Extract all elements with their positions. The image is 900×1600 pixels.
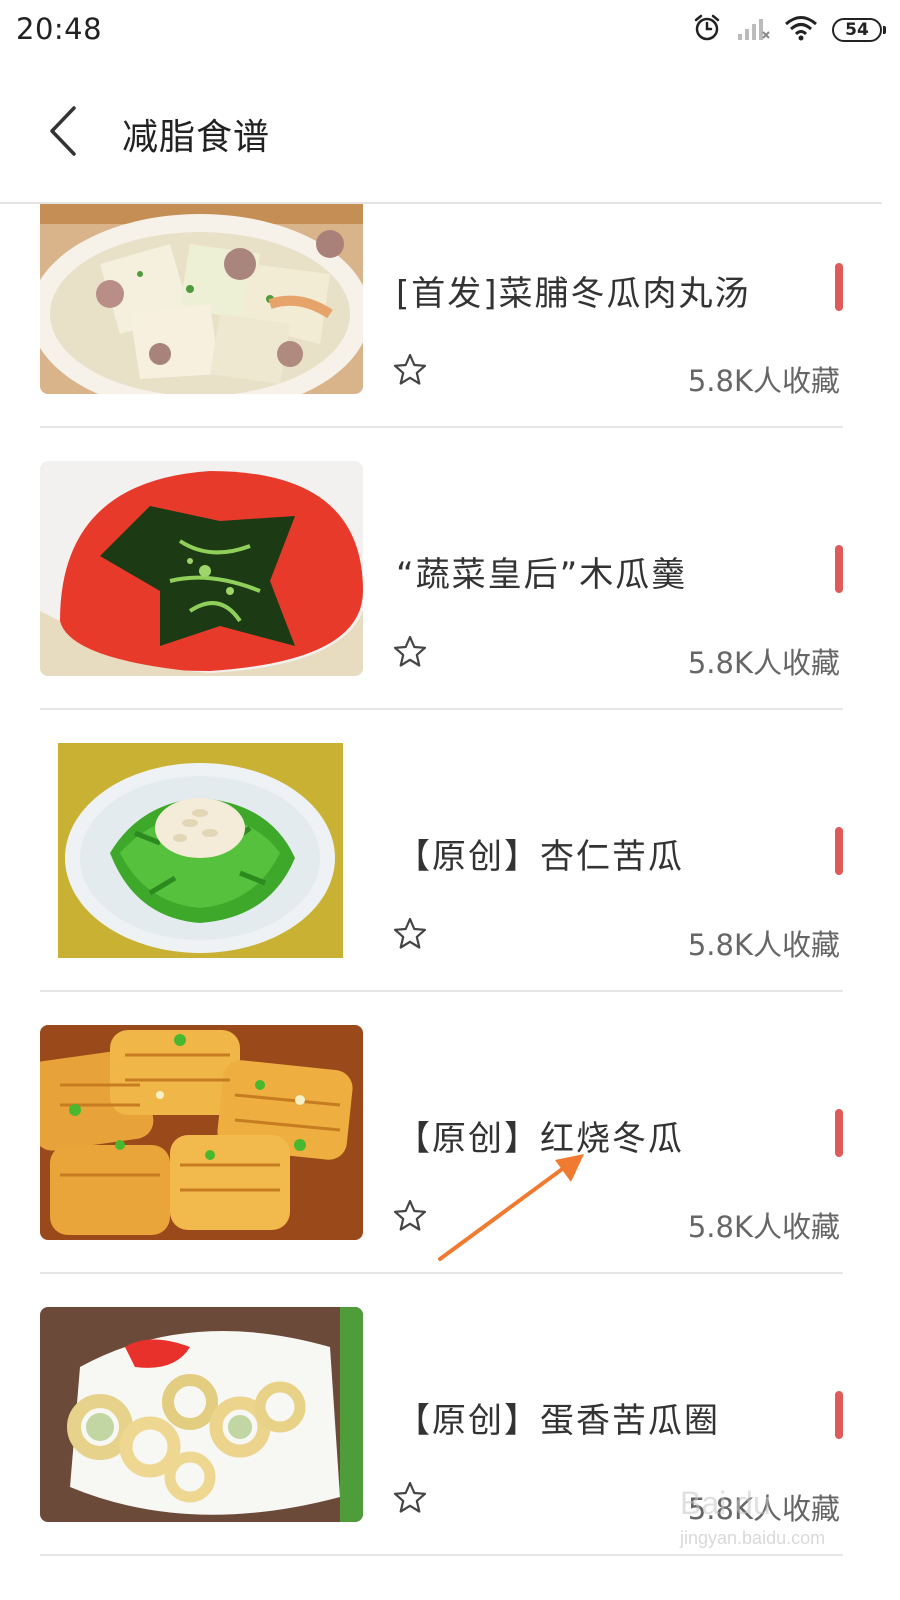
recipe-item[interactable]: “蔬菜皇后”木瓜羹 5.8K人收藏 (40, 428, 843, 710)
accent-bar (835, 545, 843, 593)
app-header: 减脂食谱 (0, 60, 882, 204)
alarm-icon (692, 13, 722, 47)
star-icon[interactable] (392, 1480, 428, 1516)
recipe-title: 【原创】杏仁苦瓜 (396, 837, 684, 877)
accent-bar (835, 1391, 843, 1439)
favorite-count: 5.8K人收藏 (687, 364, 840, 398)
recipe-image (40, 204, 363, 394)
chevron-left-icon (50, 106, 76, 156)
recipe-title: 【原创】蛋香苦瓜圈 (396, 1401, 720, 1441)
favorite-count: 5.8K人收藏 (687, 1492, 840, 1526)
favorite-count: 5.8K人收藏 (687, 928, 840, 962)
signal-icon (736, 14, 770, 46)
accent-bar (835, 827, 843, 875)
back-button[interactable] (40, 100, 90, 162)
recipe-image (40, 1307, 363, 1522)
recipe-title: “蔬菜皇后”木瓜羹 (396, 555, 688, 595)
favorite-count: 5.8K人收藏 (687, 646, 840, 680)
battery-icon: 54 (832, 18, 886, 42)
accent-bar (835, 1109, 843, 1157)
page-title: 减脂食谱 (122, 117, 271, 158)
recipe-item[interactable]: 【原创】蛋香苦瓜圈 5.8K人收藏 (40, 1274, 843, 1556)
favorite-count: 5.8K人收藏 (687, 1210, 840, 1244)
recipe-item[interactable]: 【原创】红烧冬瓜 5.8K人收藏 (40, 992, 843, 1274)
recipe-title: [首发]菜脯冬瓜肉丸汤 (396, 274, 751, 314)
recipe-item[interactable]: 【原创】杏仁苦瓜 5.8K人收藏 (40, 710, 843, 992)
star-icon[interactable] (392, 916, 428, 952)
star-icon[interactable] (392, 1198, 428, 1234)
recipe-title: 【原创】红烧冬瓜 (396, 1119, 684, 1159)
recipe-item[interactable]: [首发]菜脯冬瓜肉丸汤 5.8K人收藏 (40, 204, 843, 428)
recipe-image (40, 743, 363, 958)
recipe-list-screen: 20:48 54 减脂食谱 [首发]菜脯冬瓜肉丸汤 5.8K人收藏 “蔬菜皇后”… (0, 0, 900, 1600)
accent-bar (835, 263, 843, 311)
wifi-icon (784, 14, 818, 46)
recipe-image (40, 1025, 363, 1240)
status-time: 20:48 (16, 12, 103, 46)
star-icon[interactable] (392, 634, 428, 670)
star-icon[interactable] (392, 352, 428, 388)
status-icons: 54 (692, 13, 886, 47)
status-bar: 20:48 54 (0, 0, 900, 60)
recipe-image (40, 461, 363, 676)
